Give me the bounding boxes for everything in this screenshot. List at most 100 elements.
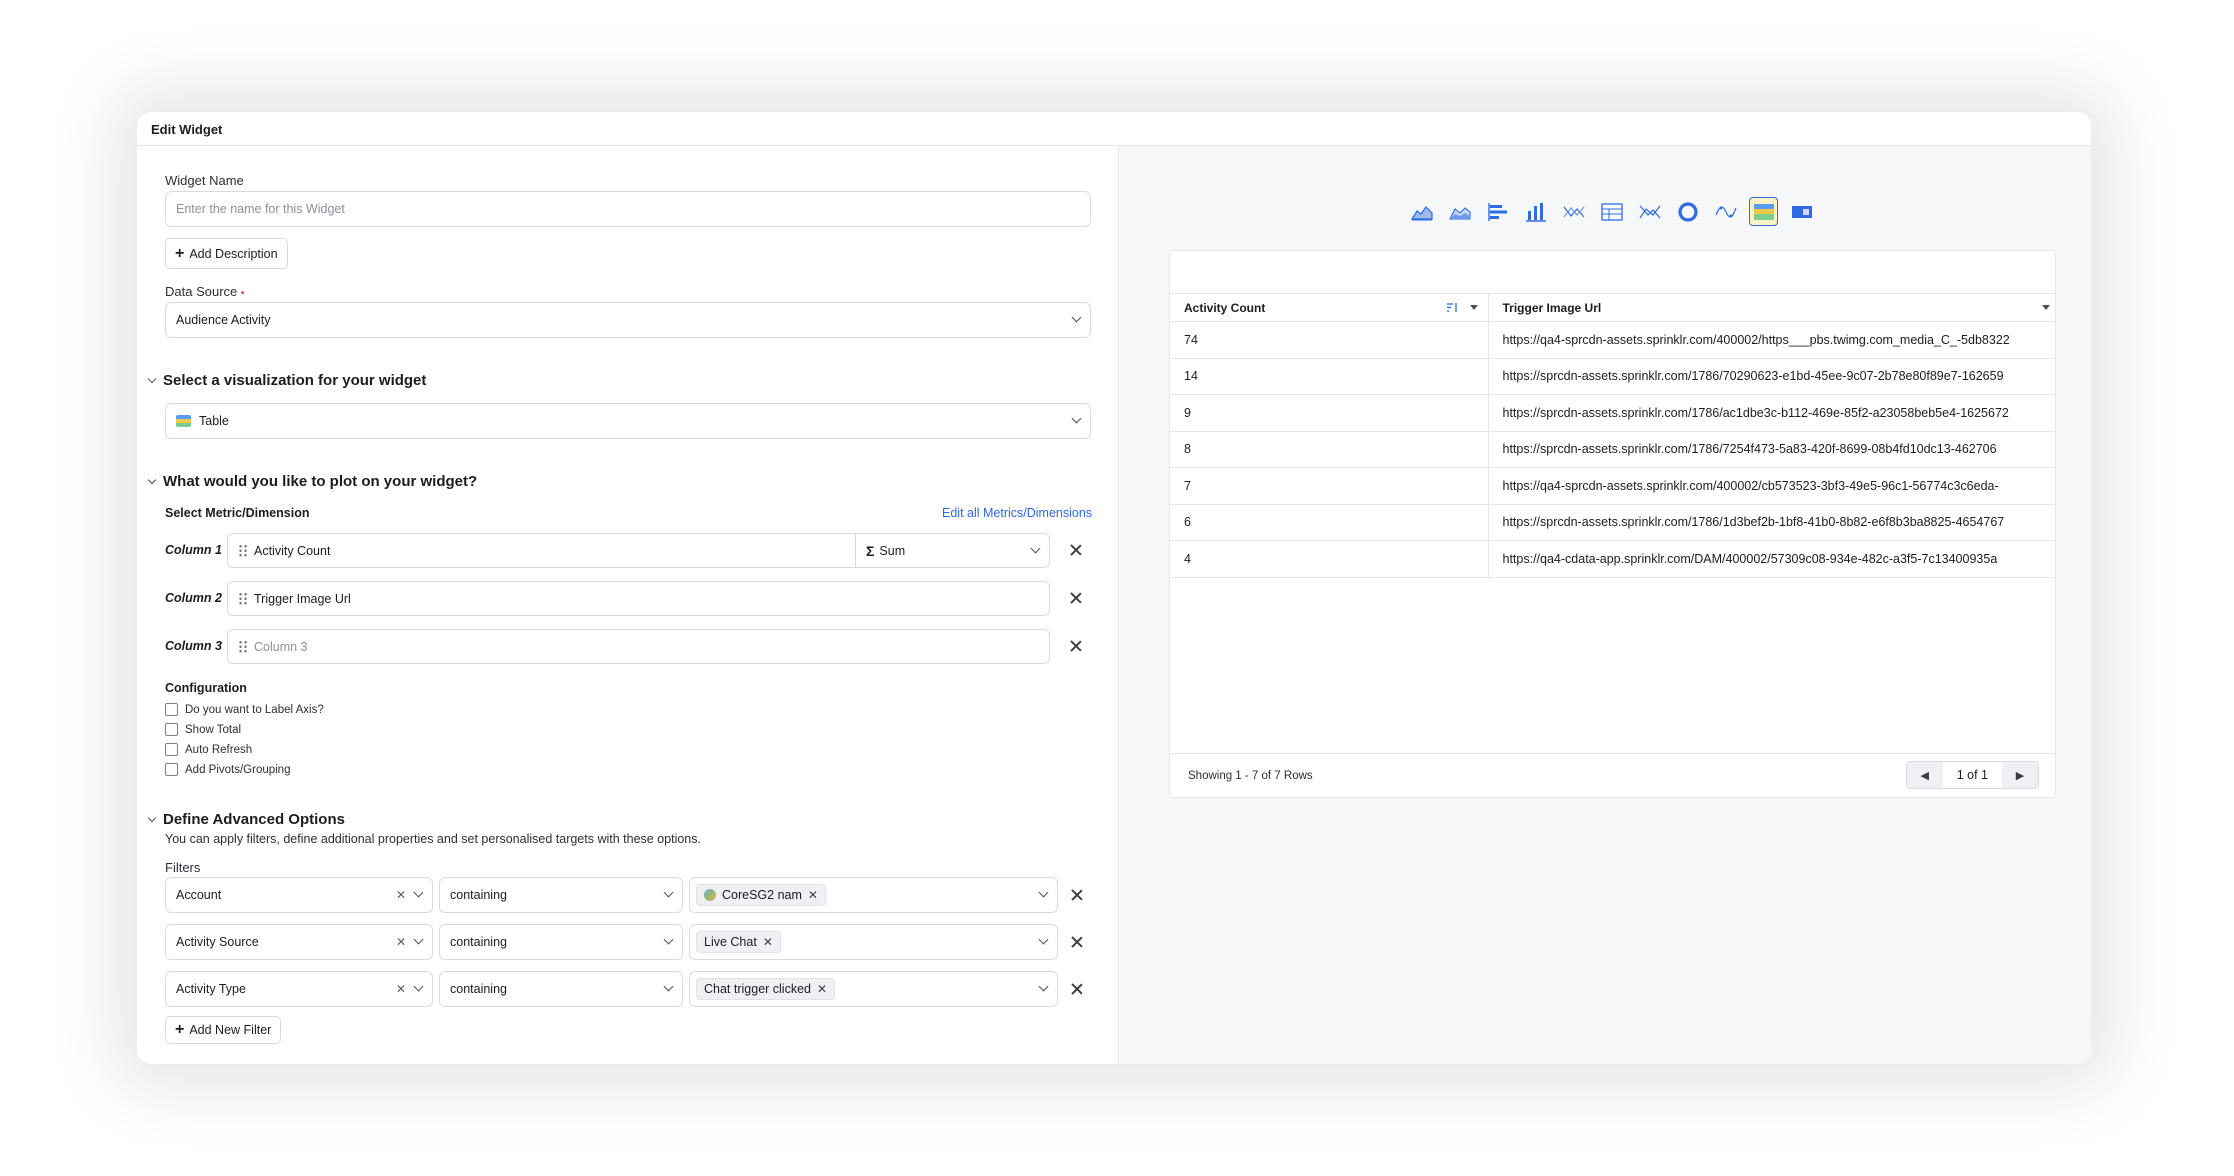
area-chart-icon[interactable] (1407, 197, 1436, 226)
filter-3-value-select[interactable]: Chat trigger clicked ✕ (689, 971, 1058, 1007)
remove-filter-3-icon[interactable] (1069, 981, 1085, 997)
table-grid-icon[interactable] (1597, 197, 1626, 226)
table-row[interactable]: 8 https://sprcdn-assets.sprinklr.com/1786… (1170, 431, 2056, 468)
filter-value-chip: CoreSG2 nam ✕ (696, 884, 826, 906)
label-axis-checkbox[interactable]: Do you want to Label Axis? (165, 703, 324, 716)
remove-column-1-icon[interactable] (1068, 542, 1084, 558)
clear-icon[interactable]: ✕ (396, 888, 406, 902)
auto-refresh-checkbox[interactable]: Auto Refresh (165, 743, 252, 756)
column-header-activity-count[interactable]: Activity Count (1170, 293, 1489, 322)
remove-chip-icon[interactable]: ✕ (808, 888, 818, 902)
drag-handle-icon[interactable] (238, 591, 248, 606)
table-row[interactable]: 4 https://qa4-cdata-app.sprinklr.com/DAM/… (1170, 540, 2056, 578)
visualization-select[interactable]: Table (165, 403, 1091, 439)
remove-chip-icon[interactable]: ✕ (817, 982, 827, 996)
filter-2-field-select[interactable]: Activity Source ✕ (165, 924, 433, 960)
checkbox-label: Add Pivots/Grouping (185, 763, 291, 776)
checkbox-box[interactable] (165, 723, 178, 736)
table-row[interactable]: 9 https://sprcdn-assets.sprinklr.com/1786… (1170, 394, 2056, 432)
add-pivots-checkbox[interactable]: Add Pivots/Grouping (165, 763, 290, 776)
chip-label: CoreSG2 nam (722, 888, 802, 902)
column-2-label: Column 2 (165, 591, 222, 605)
cell-activity-count: 6 (1170, 504, 1489, 541)
show-total-checkbox[interactable]: Show Total (165, 723, 241, 736)
column-chart-icon[interactable] (1521, 197, 1550, 226)
add-new-filter-button[interactable]: + Add New Filter (165, 1016, 282, 1044)
chevron-down-icon (413, 981, 424, 992)
filter-3-field-select[interactable]: Activity Type ✕ (165, 971, 433, 1007)
remove-column-2-icon[interactable] (1068, 590, 1084, 606)
donut-icon[interactable] (1673, 197, 1702, 226)
chevron-down-icon (1071, 312, 1082, 323)
filter-1-value-select[interactable]: CoreSG2 nam ✕ (689, 877, 1058, 913)
column-2-field[interactable]: Trigger Image Url (227, 581, 1050, 616)
table-icon[interactable] (1749, 197, 1778, 226)
filter-field-value: Account (176, 888, 222, 902)
table-row[interactable]: 7 https://qa4-sprcdn-assets.sprinklr.com/… (1170, 467, 2056, 505)
collapse-caret-icon (147, 813, 157, 822)
cell-trigger-image-url: https://qa4-sprcdn-assets.sprinklr.com/4… (1488, 467, 2056, 505)
widget-name-input[interactable]: Enter the name for this Widget (165, 191, 1091, 227)
filter-1-field-select[interactable]: Account ✕ (165, 877, 433, 913)
remove-filter-2-icon[interactable] (1069, 934, 1085, 950)
stacked-area-icon[interactable] (1445, 197, 1474, 226)
checkbox-box[interactable] (165, 763, 178, 776)
sort-icon[interactable] (1446, 302, 1458, 316)
column-menu-icon[interactable] (1469, 305, 1478, 310)
plot-section-header[interactable]: What would you like to plot on your widg… (147, 473, 477, 490)
next-page-button[interactable]: ▶ (2002, 762, 2038, 788)
cell-activity-count: 14 (1170, 358, 1489, 395)
filter-1-operator-select[interactable]: containing (439, 877, 683, 913)
data-source-select[interactable]: Audience Activity (165, 302, 1091, 338)
column-1-field[interactable]: Activity Count Σ Sum (227, 533, 1050, 568)
column-3-field[interactable]: Column 3 (227, 629, 1050, 664)
chevron-down-icon (1038, 981, 1049, 992)
filter-2-operator-select[interactable]: containing (439, 924, 683, 960)
widget-name-label: Widget Name (165, 173, 244, 188)
chevron-down-icon (1038, 934, 1049, 945)
checkbox-box[interactable] (165, 703, 178, 716)
clear-icon[interactable]: ✕ (396, 982, 406, 996)
data-source-label: Data Source • (165, 284, 244, 299)
plus-icon: + (175, 244, 185, 262)
card-icon[interactable] (1787, 197, 1816, 226)
filter-field-value: Activity Type (176, 982, 246, 996)
cell-trigger-image-url: https://sprcdn-assets.sprinklr.com/1786/… (1488, 394, 2056, 432)
previous-page-button[interactable]: ◀ (1906, 762, 1943, 788)
widget-name-placeholder: Enter the name for this Widget (176, 202, 345, 216)
filter-2-value-select[interactable]: Live Chat ✕ (689, 924, 1058, 960)
configuration-title: Configuration (165, 681, 247, 695)
cell-activity-count: 9 (1170, 394, 1489, 432)
clear-icon[interactable]: ✕ (396, 935, 406, 949)
cell-trigger-image-url: https://qa4-sprcdn-assets.sprinklr.com/4… (1488, 321, 2056, 359)
checkbox-box[interactable] (165, 743, 178, 756)
spline-icon[interactable] (1711, 197, 1740, 226)
column-2-value: Trigger Image Url (254, 591, 351, 606)
visualization-value: Table (199, 414, 229, 428)
table-row[interactable]: 6 https://sprcdn-assets.sprinklr.com/1786… (1170, 504, 2056, 541)
aggregation-select[interactable]: Σ Sum (866, 543, 905, 559)
filter-field-value: Activity Source (176, 935, 259, 949)
line-scatter-icon[interactable] (1635, 197, 1664, 226)
scatter-icon[interactable] (1559, 197, 1588, 226)
drag-handle-icon[interactable] (238, 543, 248, 558)
table-row[interactable]: 74 https://qa4-sprcdn-assets.sprinklr.com… (1170, 321, 2056, 359)
divider (855, 534, 856, 567)
add-description-button[interactable]: + Add Description (165, 238, 288, 269)
remove-filter-1-icon[interactable] (1069, 887, 1085, 903)
edit-all-metrics-link[interactable]: Edit all Metrics/Dimensions (942, 506, 1092, 520)
remove-chip-icon[interactable]: ✕ (763, 935, 773, 949)
chevron-down-icon (663, 981, 674, 992)
column-header-trigger-image-url[interactable]: Trigger Image Url (1488, 293, 2056, 322)
remove-column-3-icon[interactable] (1068, 638, 1084, 654)
table-preview-card: Activity Count Trigger Image Url 74 http… (1169, 250, 2056, 798)
column-menu-icon[interactable] (2042, 305, 2050, 310)
table-row[interactable]: 14 https://sprcdn-assets.sprinklr.com/178… (1170, 358, 2056, 395)
drag-handle-icon[interactable] (238, 639, 248, 654)
visualization-section-header[interactable]: Select a visualization for your widget (147, 372, 426, 389)
edit-widget-modal: Edit Widget Widget Name Enter the name f… (137, 112, 2091, 1064)
bar-horizontal-icon[interactable] (1483, 197, 1512, 226)
chevron-down-icon (1038, 887, 1049, 898)
filter-3-operator-select[interactable]: containing (439, 971, 683, 1007)
advanced-section-header[interactable]: Define Advanced Options (147, 811, 345, 828)
